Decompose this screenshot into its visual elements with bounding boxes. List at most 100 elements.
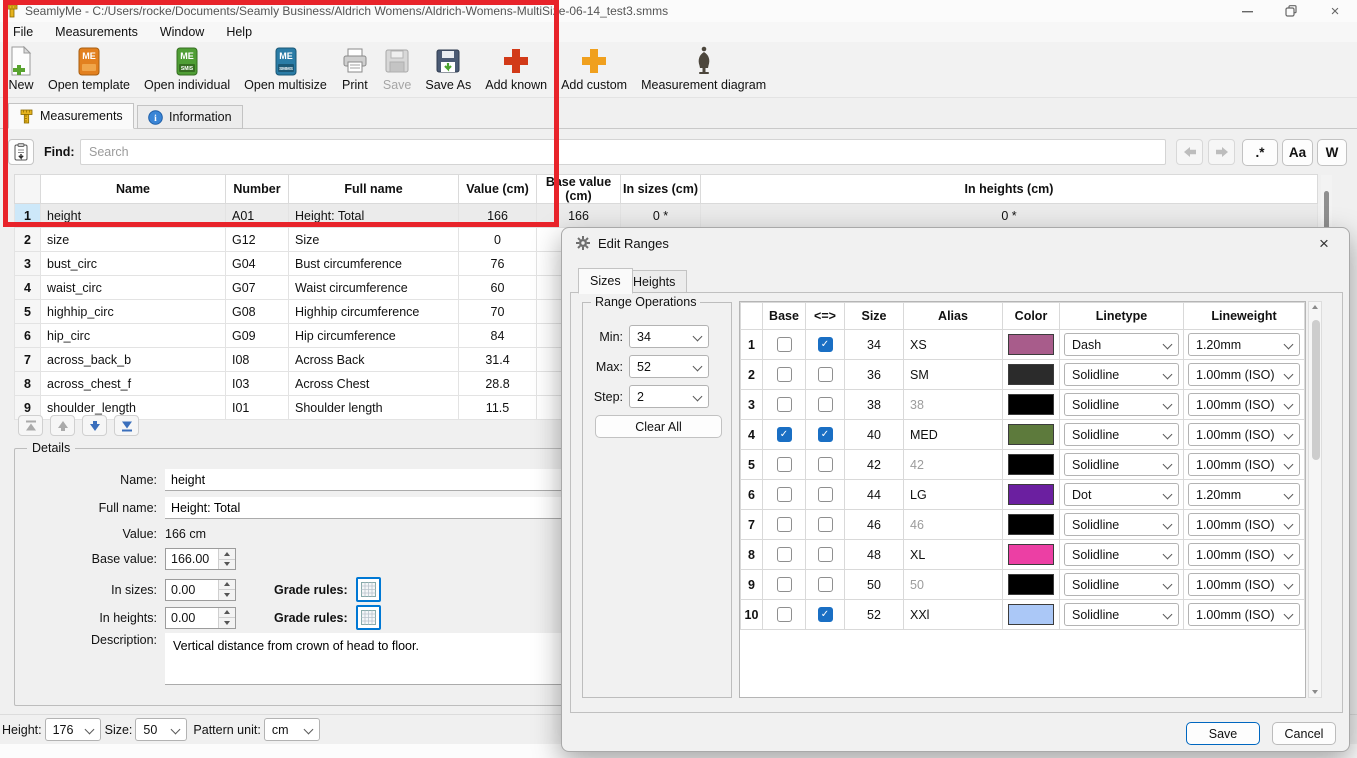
step-down-icon[interactable] <box>219 589 235 600</box>
range-checkbox[interactable] <box>818 457 833 472</box>
search-input[interactable] <box>80 139 1166 165</box>
find-previous-button[interactable] <box>1176 139 1203 165</box>
linetype-select[interactable]: Solidline <box>1064 603 1179 626</box>
cell-name[interactable]: waist_circ <box>41 276 226 300</box>
measurement-diagram-button[interactable]: Measurement diagram <box>637 44 770 93</box>
open-multisize-button[interactable]: MESMMS Open multisize <box>240 44 331 93</box>
new-button[interactable]: New <box>4 44 38 93</box>
restore-button[interactable] <box>1269 0 1313 22</box>
color-swatch[interactable] <box>1008 424 1054 445</box>
measurement-row[interactable]: 1heightA01Height: Total1661660 *0 * <box>15 204 1318 228</box>
cell-number[interactable]: G08 <box>226 300 289 324</box>
step-down-icon[interactable] <box>219 559 235 570</box>
in-heights-field[interactable]: 0.00 <box>166 608 218 628</box>
range-checkbox[interactable] <box>818 547 833 562</box>
lineweight-select[interactable]: 1.20mm <box>1188 483 1300 506</box>
scrollbar-thumb[interactable] <box>1312 320 1320 460</box>
find-next-button[interactable] <box>1208 139 1235 165</box>
range-checkbox[interactable] <box>818 397 833 412</box>
minimize-button[interactable] <box>1225 0 1269 22</box>
cell-value[interactable]: 60 <box>459 276 537 300</box>
cell-name[interactable]: across_chest_f <box>41 372 226 396</box>
move-bottom-button[interactable] <box>114 415 139 436</box>
save-button[interactable]: Save <box>1186 722 1260 745</box>
cell-number[interactable]: G04 <box>226 252 289 276</box>
color-swatch[interactable] <box>1008 484 1054 505</box>
linetype-select[interactable]: Solidline <box>1064 543 1179 566</box>
alias-cell[interactable]: XXl <box>904 600 1003 630</box>
scroll-up-icon[interactable] <box>1312 305 1318 309</box>
save-as-button[interactable]: Save As <box>421 44 475 93</box>
base-checkbox[interactable] <box>777 337 792 352</box>
color-swatch[interactable] <box>1008 574 1054 595</box>
cell-value[interactable]: 70 <box>459 300 537 324</box>
ranges-scrollbar[interactable] <box>1308 301 1322 698</box>
grade-rules-heights-button[interactable] <box>356 605 381 630</box>
linetype-select[interactable]: Solidline <box>1064 453 1179 476</box>
lineweight-select[interactable]: 1.00mm (ISO) <box>1188 453 1300 476</box>
print-button[interactable]: Print <box>337 44 373 93</box>
step-select[interactable]: 2 <box>629 385 709 408</box>
alias-cell[interactable]: SM <box>904 360 1003 390</box>
step-up-icon[interactable] <box>219 549 235 559</box>
cell-name[interactable]: across_back_b <box>41 348 226 372</box>
cell-name[interactable]: size <box>41 228 226 252</box>
dialog-tab-sizes[interactable]: Sizes <box>578 268 633 294</box>
cell-value[interactable]: 76 <box>459 252 537 276</box>
lineweight-select[interactable]: 1.00mm (ISO) <box>1188 513 1300 536</box>
lineweight-select[interactable]: 1.20mm <box>1188 333 1300 356</box>
cell-full-name[interactable]: Height: Total <box>289 204 459 228</box>
cell-value[interactable]: 28.8 <box>459 372 537 396</box>
step-down-icon[interactable] <box>219 617 235 628</box>
base-checkbox[interactable] <box>777 397 792 412</box>
color-swatch[interactable] <box>1008 604 1054 625</box>
linetype-select[interactable]: Solidline <box>1064 423 1179 446</box>
menu-measurements[interactable]: Measurements <box>46 23 147 41</box>
base-checkbox[interactable] <box>777 547 792 562</box>
cell-number[interactable]: G09 <box>226 324 289 348</box>
range-checkbox[interactable] <box>818 367 833 382</box>
whole-word-button[interactable]: W <box>1317 139 1347 166</box>
move-down-button[interactable] <box>82 415 107 436</box>
base-checkbox[interactable] <box>777 517 792 532</box>
linetype-select[interactable]: Solidline <box>1064 573 1179 596</box>
cell-full-name[interactable]: Shoulder length <box>289 396 459 420</box>
cell-number[interactable]: A01 <box>226 204 289 228</box>
cell-value[interactable]: 84 <box>459 324 537 348</box>
color-swatch[interactable] <box>1008 394 1054 415</box>
lineweight-select[interactable]: 1.00mm (ISO) <box>1188 423 1300 446</box>
cell-full-name[interactable]: Highhip circumference <box>289 300 459 324</box>
pattern-unit-select[interactable]: cm <box>264 718 320 741</box>
range-checkbox[interactable]: ✓ <box>818 427 833 442</box>
alias-cell[interactable]: LG <box>904 480 1003 510</box>
cell-number[interactable]: I03 <box>226 372 289 396</box>
cell-name[interactable]: bust_circ <box>41 252 226 276</box>
base-checkbox[interactable] <box>777 457 792 472</box>
base-checkbox[interactable]: ✓ <box>777 427 792 442</box>
clear-all-button[interactable]: Clear All <box>595 415 722 438</box>
base-value-field[interactable]: 166.00 <box>166 549 218 569</box>
size-cell[interactable]: 50 <box>845 570 904 600</box>
add-known-button[interactable]: Add known <box>481 44 551 93</box>
linetype-select[interactable]: Solidline <box>1064 513 1179 536</box>
lineweight-select[interactable]: 1.00mm (ISO) <box>1188 603 1300 626</box>
cell-name[interactable]: height <box>41 204 226 228</box>
cell-base-value[interactable]: 166 <box>537 204 621 228</box>
step-up-icon[interactable] <box>219 608 235 618</box>
linetype-select[interactable]: Dash <box>1064 333 1179 356</box>
step-up-icon[interactable] <box>219 580 235 590</box>
range-checkbox[interactable] <box>818 577 833 592</box>
base-value-stepper[interactable]: 166.00 <box>165 548 236 570</box>
match-case-button[interactable]: Aa <box>1282 139 1313 166</box>
base-checkbox[interactable] <box>777 607 792 622</box>
range-checkbox[interactable] <box>818 487 833 502</box>
cell-name[interactable]: highhip_circ <box>41 300 226 324</box>
menu-window[interactable]: Window <box>151 23 213 41</box>
size-cell[interactable]: 36 <box>845 360 904 390</box>
cell-full-name[interactable]: Across Back <box>289 348 459 372</box>
color-swatch[interactable] <box>1008 334 1054 355</box>
color-swatch[interactable] <box>1008 544 1054 565</box>
in-sizes-field[interactable]: 0.00 <box>166 580 218 600</box>
cell-full-name[interactable]: Hip circumference <box>289 324 459 348</box>
size-cell[interactable]: 52 <box>845 600 904 630</box>
